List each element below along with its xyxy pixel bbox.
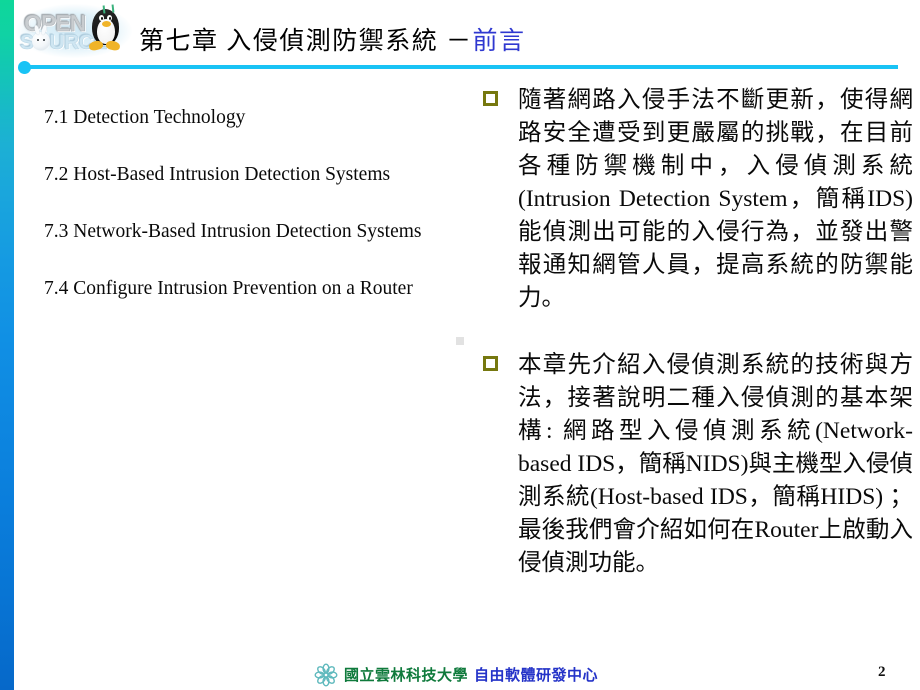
slide-title-accent: 前言 [472,28,526,55]
page-number: 2 [878,664,886,680]
tux-penguin-icon [86,4,126,54]
slide-title-main: 第七章 入侵偵測防禦系統 － [139,28,473,55]
footer-organization: 國立雲林科技大學 自由軟體研發中心 [344,664,598,685]
tux-foot-left [88,39,104,52]
agenda-item-7-2[interactable]: 7.2 Host-Based Intrusion Detection Syste… [44,164,464,186]
bullet-item-1-text: 隨著網路入侵手法不斷更新，使得網路安全遭受到更嚴屬的挑戰，在目前各種防禦機制中，… [518,87,913,311]
footer-center-name: 自由軟體研發中心 [474,668,599,684]
agenda-item-7-1[interactable]: 7.1 Detection Technology [44,107,464,129]
bullet-list: 隨著網路入侵手法不斷更新，使得網路安全遭受到更嚴屬的挑戰，在目前各種防禦機制中，… [483,84,913,614]
bullet-item-2-text: 本章先介紹入侵偵測系統的技術與方法，接著說明二種入侵偵測的基本架構: 網路型入侵… [518,352,913,576]
agenda-item-7-3[interactable]: 7.3 Network-Based Intrusion Detection Sy… [44,221,464,243]
header-rule [24,65,898,69]
bunny-eye-left [37,39,39,41]
footer-university-name: 國立雲林科技大學 [344,668,469,684]
slide-header: OPEN SOURCE 第七章 入侵偵測防禦系統 －前言 [0,0,920,75]
grey-square-marker [456,337,464,345]
slide-footer: 國立雲林科技大學 自由軟體研發中心 2 [0,662,920,690]
tux-beak [102,21,111,27]
left-gradient-bar [0,0,14,690]
slide-title: 第七章 入侵偵測防禦系統 －前言 [139,21,526,57]
bullet-item-1: 隨著網路入侵手法不斷更新，使得網路安全遭受到更嚴屬的挑戰，在目前各種防禦機制中，… [483,84,913,315]
agenda-list: 7.1 Detection Technology 7.2 Host-Based … [44,107,464,335]
tux-foot-right [105,39,121,52]
tux-hair [102,4,115,14]
open-source-logo: OPEN SOURCE [14,2,134,60]
hollow-square-bullet-icon [483,356,498,371]
tux-eye-left [99,15,104,21]
bullet-item-2: 本章先介紹入侵偵測系統的技術與方法，接著說明二種入侵偵測的基本架構: 網路型入侵… [483,349,913,580]
flower-icon [314,663,338,687]
bunny-eye-right [43,39,45,41]
agenda-item-7-4[interactable]: 7.4 Configure Intrusion Prevention on a … [44,278,464,300]
tux-eye-right [107,15,112,21]
bunny-icon [32,32,50,50]
hollow-square-bullet-icon [483,91,498,106]
